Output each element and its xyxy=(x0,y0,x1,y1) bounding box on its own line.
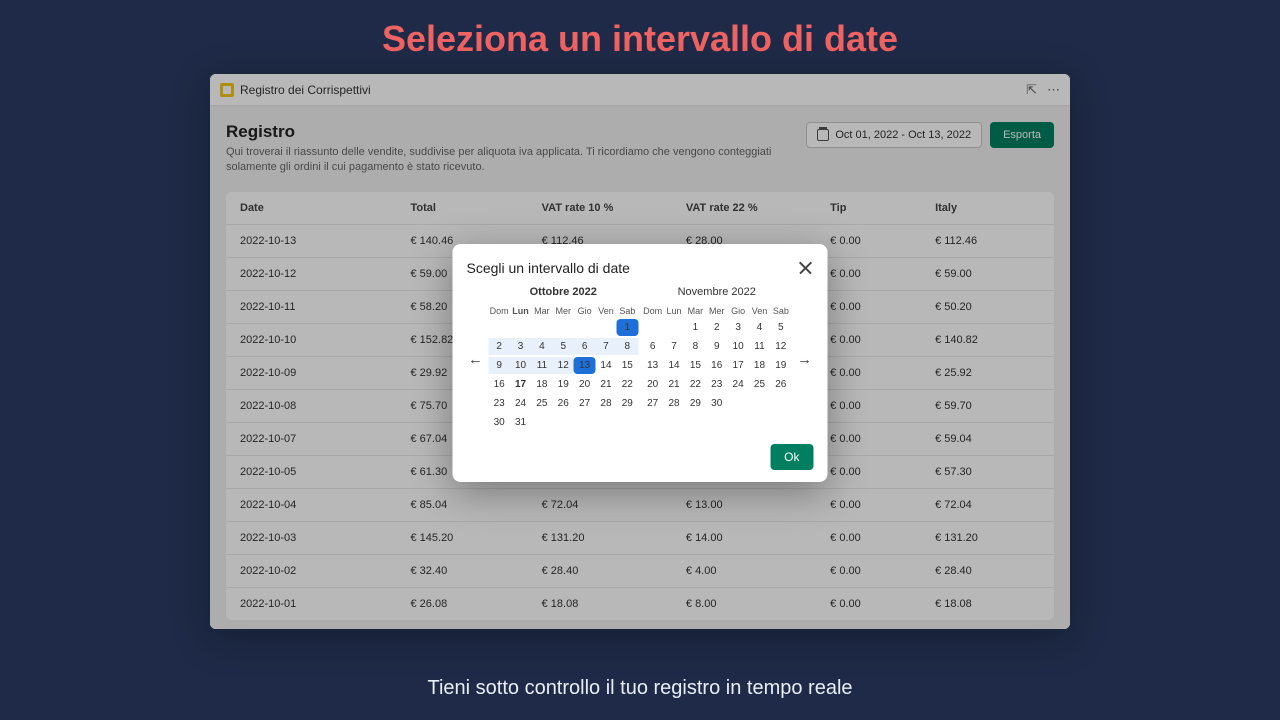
calendar-day[interactable]: 3 xyxy=(727,319,748,336)
calendar-day[interactable]: 10 xyxy=(727,338,748,355)
calendar-day[interactable]: 22 xyxy=(617,376,638,393)
calendar-day[interactable]: 5 xyxy=(770,319,791,336)
day-of-week: Lun xyxy=(663,304,684,318)
calendar-day[interactable]: 10 xyxy=(510,357,531,374)
calendar-day[interactable]: 27 xyxy=(642,395,663,412)
calendar-day[interactable]: 22 xyxy=(685,376,706,393)
calendar-day[interactable]: 20 xyxy=(642,376,663,393)
calendar-day[interactable]: 2 xyxy=(706,319,727,336)
calendar-day[interactable]: 13 xyxy=(574,357,595,374)
calendar-day[interactable]: 4 xyxy=(531,338,552,355)
calendar-day[interactable]: 17 xyxy=(510,376,531,393)
calendar-day[interactable]: 11 xyxy=(531,357,552,374)
calendar-day[interactable]: 30 xyxy=(489,414,510,431)
marketing-subtitle: Tieni sotto controllo il tuo registro in… xyxy=(0,677,1280,700)
calendar-day[interactable]: 15 xyxy=(617,357,638,374)
day-of-week: Mer xyxy=(706,304,727,318)
calendar-day[interactable]: 25 xyxy=(749,376,770,393)
date-picker-modal: Scegli un intervallo di date ← Ottobre 2… xyxy=(453,244,828,482)
day-of-week: Sab xyxy=(617,304,638,318)
month-label: Novembre 2022 xyxy=(642,286,792,298)
day-of-week: Mar xyxy=(531,304,552,318)
calendar-day[interactable]: 16 xyxy=(489,376,510,393)
calendar-day[interactable]: 23 xyxy=(489,395,510,412)
calendar-day[interactable]: 7 xyxy=(663,338,684,355)
day-of-week: Dom xyxy=(642,304,663,318)
calendar-day[interactable]: 26 xyxy=(770,376,791,393)
close-icon[interactable] xyxy=(798,260,814,276)
month-view: Novembre 2022DomLunMarMerGioVenSab..1234… xyxy=(642,286,792,432)
ok-button[interactable]: Ok xyxy=(770,444,813,470)
calendar-day[interactable]: 29 xyxy=(617,395,638,412)
calendar-day[interactable]: 15 xyxy=(685,357,706,374)
calendar-day[interactable]: 21 xyxy=(595,376,616,393)
calendar-day[interactable]: 19 xyxy=(770,357,791,374)
prev-month-icon[interactable]: ← xyxy=(467,350,485,368)
calendar-day[interactable]: 28 xyxy=(595,395,616,412)
day-of-week: Mer xyxy=(553,304,574,318)
next-month-icon[interactable]: → xyxy=(796,350,814,368)
modal-title: Scegli un intervallo di date xyxy=(467,260,630,276)
calendar-day[interactable]: 9 xyxy=(489,357,510,374)
day-of-week: Mar xyxy=(685,304,706,318)
calendar-day[interactable]: 9 xyxy=(706,338,727,355)
calendar-day[interactable]: 20 xyxy=(574,376,595,393)
calendar-day[interactable]: 3 xyxy=(510,338,531,355)
day-of-week: Ven xyxy=(595,304,616,318)
calendar-day[interactable]: 27 xyxy=(574,395,595,412)
calendar-day[interactable]: 2 xyxy=(489,338,510,355)
calendar-day[interactable]: 4 xyxy=(749,319,770,336)
calendar-day[interactable]: 28 xyxy=(663,395,684,412)
calendar-day[interactable]: 16 xyxy=(706,357,727,374)
calendar-day[interactable]: 18 xyxy=(749,357,770,374)
calendar-day[interactable]: 30 xyxy=(706,395,727,412)
calendar-day[interactable]: 12 xyxy=(553,357,574,374)
month-label: Ottobre 2022 xyxy=(489,286,639,298)
calendar-day[interactable]: 8 xyxy=(617,338,638,355)
app-window: Registro dei Corrispettivi ⇱ ⋯ Registro … xyxy=(210,74,1070,629)
calendar-day[interactable]: 7 xyxy=(595,338,616,355)
month-view: Ottobre 2022DomLunMarMerGioVenSab......1… xyxy=(489,286,639,432)
calendar-day[interactable]: 14 xyxy=(663,357,684,374)
calendar-day[interactable]: 17 xyxy=(727,357,748,374)
calendar-day[interactable]: 24 xyxy=(510,395,531,412)
day-of-week: Ven xyxy=(749,304,770,318)
calendar-day[interactable]: 6 xyxy=(574,338,595,355)
calendar-day[interactable]: 24 xyxy=(727,376,748,393)
calendar-day[interactable]: 1 xyxy=(617,319,638,336)
day-of-week: Lun xyxy=(510,304,531,318)
marketing-title: Seleziona un intervallo di date xyxy=(0,0,1280,74)
calendar-day[interactable]: 19 xyxy=(553,376,574,393)
day-of-week: Gio xyxy=(574,304,595,318)
calendar-day[interactable]: 26 xyxy=(553,395,574,412)
calendar-day[interactable]: 11 xyxy=(749,338,770,355)
calendar-day[interactable]: 31 xyxy=(510,414,531,431)
day-of-week: Gio xyxy=(727,304,748,318)
calendar-day[interactable]: 1 xyxy=(685,319,706,336)
calendar-day[interactable]: 14 xyxy=(595,357,616,374)
calendar-day[interactable]: 25 xyxy=(531,395,552,412)
calendar-day[interactable]: 21 xyxy=(663,376,684,393)
day-of-week: Dom xyxy=(489,304,510,318)
calendar-day[interactable]: 13 xyxy=(642,357,663,374)
calendar-day[interactable]: 23 xyxy=(706,376,727,393)
calendar-day[interactable]: 18 xyxy=(531,376,552,393)
calendar-day[interactable]: 12 xyxy=(770,338,791,355)
calendar-day[interactable]: 6 xyxy=(642,338,663,355)
calendar-day[interactable]: 5 xyxy=(553,338,574,355)
calendar-day[interactable]: 8 xyxy=(685,338,706,355)
calendar-day[interactable]: 29 xyxy=(685,395,706,412)
day-of-week: Sab xyxy=(770,304,791,318)
